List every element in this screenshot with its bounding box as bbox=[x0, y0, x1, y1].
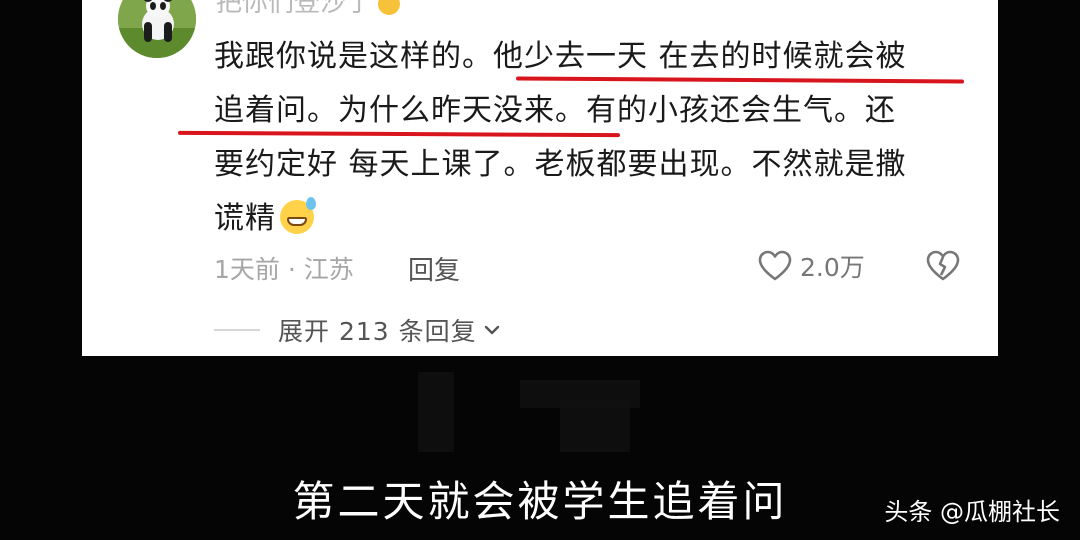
like-button[interactable]: 2.0万 bbox=[758, 248, 865, 284]
background-shape bbox=[418, 372, 454, 452]
emoji-icon bbox=[378, 0, 401, 15]
expand-replies-label: 展开 213 条回复 bbox=[278, 317, 477, 346]
avatar[interactable] bbox=[118, 0, 196, 58]
background-shape bbox=[560, 400, 630, 452]
comment-line-last: 谎精 bbox=[214, 192, 974, 246]
divider bbox=[214, 329, 260, 331]
heart-outline-icon bbox=[758, 250, 792, 281]
comment-line: 追着问。为什么昨天没来。有的小孩还会生气。还 bbox=[214, 93, 896, 128]
comment-meta: 1天前 · 江苏 bbox=[214, 255, 354, 284]
expand-replies-button[interactable]: 展开 213 条回复 bbox=[214, 312, 503, 348]
comment-card: 把你们登沙了 我跟你说是这样的。他少去一天 在去的时候就会被 追着问。为什么昨天… bbox=[82, 0, 998, 356]
watermark: 头条 @瓜棚社长 bbox=[884, 498, 1060, 526]
like-count: 2.0万 bbox=[800, 253, 865, 282]
comment-text: 我跟你说是这样的。他少去一天 在去的时候就会被 追着问。为什么昨天没来。有的小孩… bbox=[214, 30, 974, 246]
broken-heart-icon bbox=[926, 250, 960, 281]
grinning-sweat-emoji-icon bbox=[280, 197, 316, 234]
chevron-down-icon bbox=[484, 325, 499, 335]
reply-button[interactable]: 回复 bbox=[408, 250, 460, 287]
username-text: 把你们登沙了 bbox=[216, 0, 373, 18]
username[interactable]: 把你们登沙了 bbox=[216, 0, 401, 19]
video-frame: 把你们登沙了 我跟你说是这样的。他少去一天 在去的时候就会被 追着问。为什么昨天… bbox=[0, 0, 1080, 540]
dislike-button[interactable] bbox=[926, 250, 960, 286]
comment-line: 我跟你说是这样的。他少去一天 在去的时候就会被 bbox=[214, 39, 907, 74]
comment-line: 要约定好 每天上课了。老板都要出现。不然就是撒 bbox=[214, 147, 907, 182]
panda-avatar-icon bbox=[118, 0, 196, 58]
comment-line: 谎精 bbox=[214, 201, 276, 236]
